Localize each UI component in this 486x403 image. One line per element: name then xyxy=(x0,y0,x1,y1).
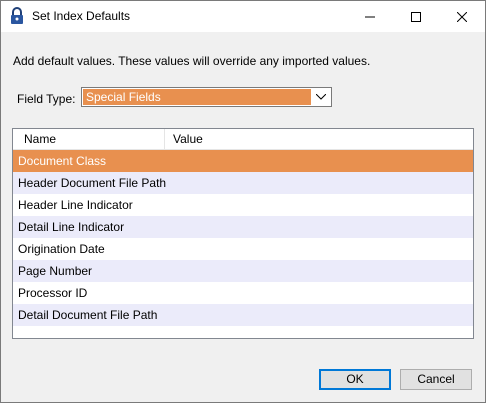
ok-button[interactable]: OK xyxy=(319,369,391,390)
list-item[interactable]: Page Number xyxy=(13,260,473,282)
list-item[interactable]: Header Line Indicator xyxy=(13,194,473,216)
minimize-icon xyxy=(365,16,375,17)
list-item[interactable]: Detail Document File Path xyxy=(13,304,473,326)
close-button[interactable] xyxy=(439,1,485,32)
close-icon xyxy=(457,11,467,22)
column-header-value[interactable]: Value xyxy=(173,129,203,149)
list-item[interactable]: Processor ID xyxy=(13,282,473,304)
field-type-label: Field Type: xyxy=(17,92,76,106)
index-fields-list[interactable]: Name Value Document Class Header Documen… xyxy=(12,128,474,339)
cancel-button[interactable]: Cancel xyxy=(400,369,472,390)
list-rows: Document Class Header Document File Path… xyxy=(13,150,473,326)
chevron-down-icon[interactable] xyxy=(313,89,329,105)
field-type-selected-value: Special Fields xyxy=(83,89,311,105)
description-text: Add default values. These values will ov… xyxy=(13,54,371,68)
list-item[interactable]: Document Class xyxy=(13,150,473,172)
list-item[interactable]: Header Document File Path xyxy=(13,172,473,194)
maximize-button[interactable] xyxy=(393,1,439,32)
window-title: Set Index Defaults xyxy=(32,9,131,23)
list-item[interactable]: Detail Line Indicator xyxy=(13,216,473,238)
lock-icon xyxy=(9,7,25,25)
maximize-icon xyxy=(411,11,421,22)
title-bar[interactable]: Set Index Defaults xyxy=(1,1,485,32)
minimize-button[interactable] xyxy=(347,1,393,32)
column-header-name[interactable]: Name xyxy=(24,129,56,149)
field-type-select[interactable]: Special Fields xyxy=(81,87,332,107)
column-divider[interactable] xyxy=(164,129,165,149)
list-item[interactable]: Origination Date xyxy=(13,238,473,260)
list-header: Name Value xyxy=(13,129,473,150)
dialog-window: Set Index Defaults Add default values. T… xyxy=(0,0,486,403)
